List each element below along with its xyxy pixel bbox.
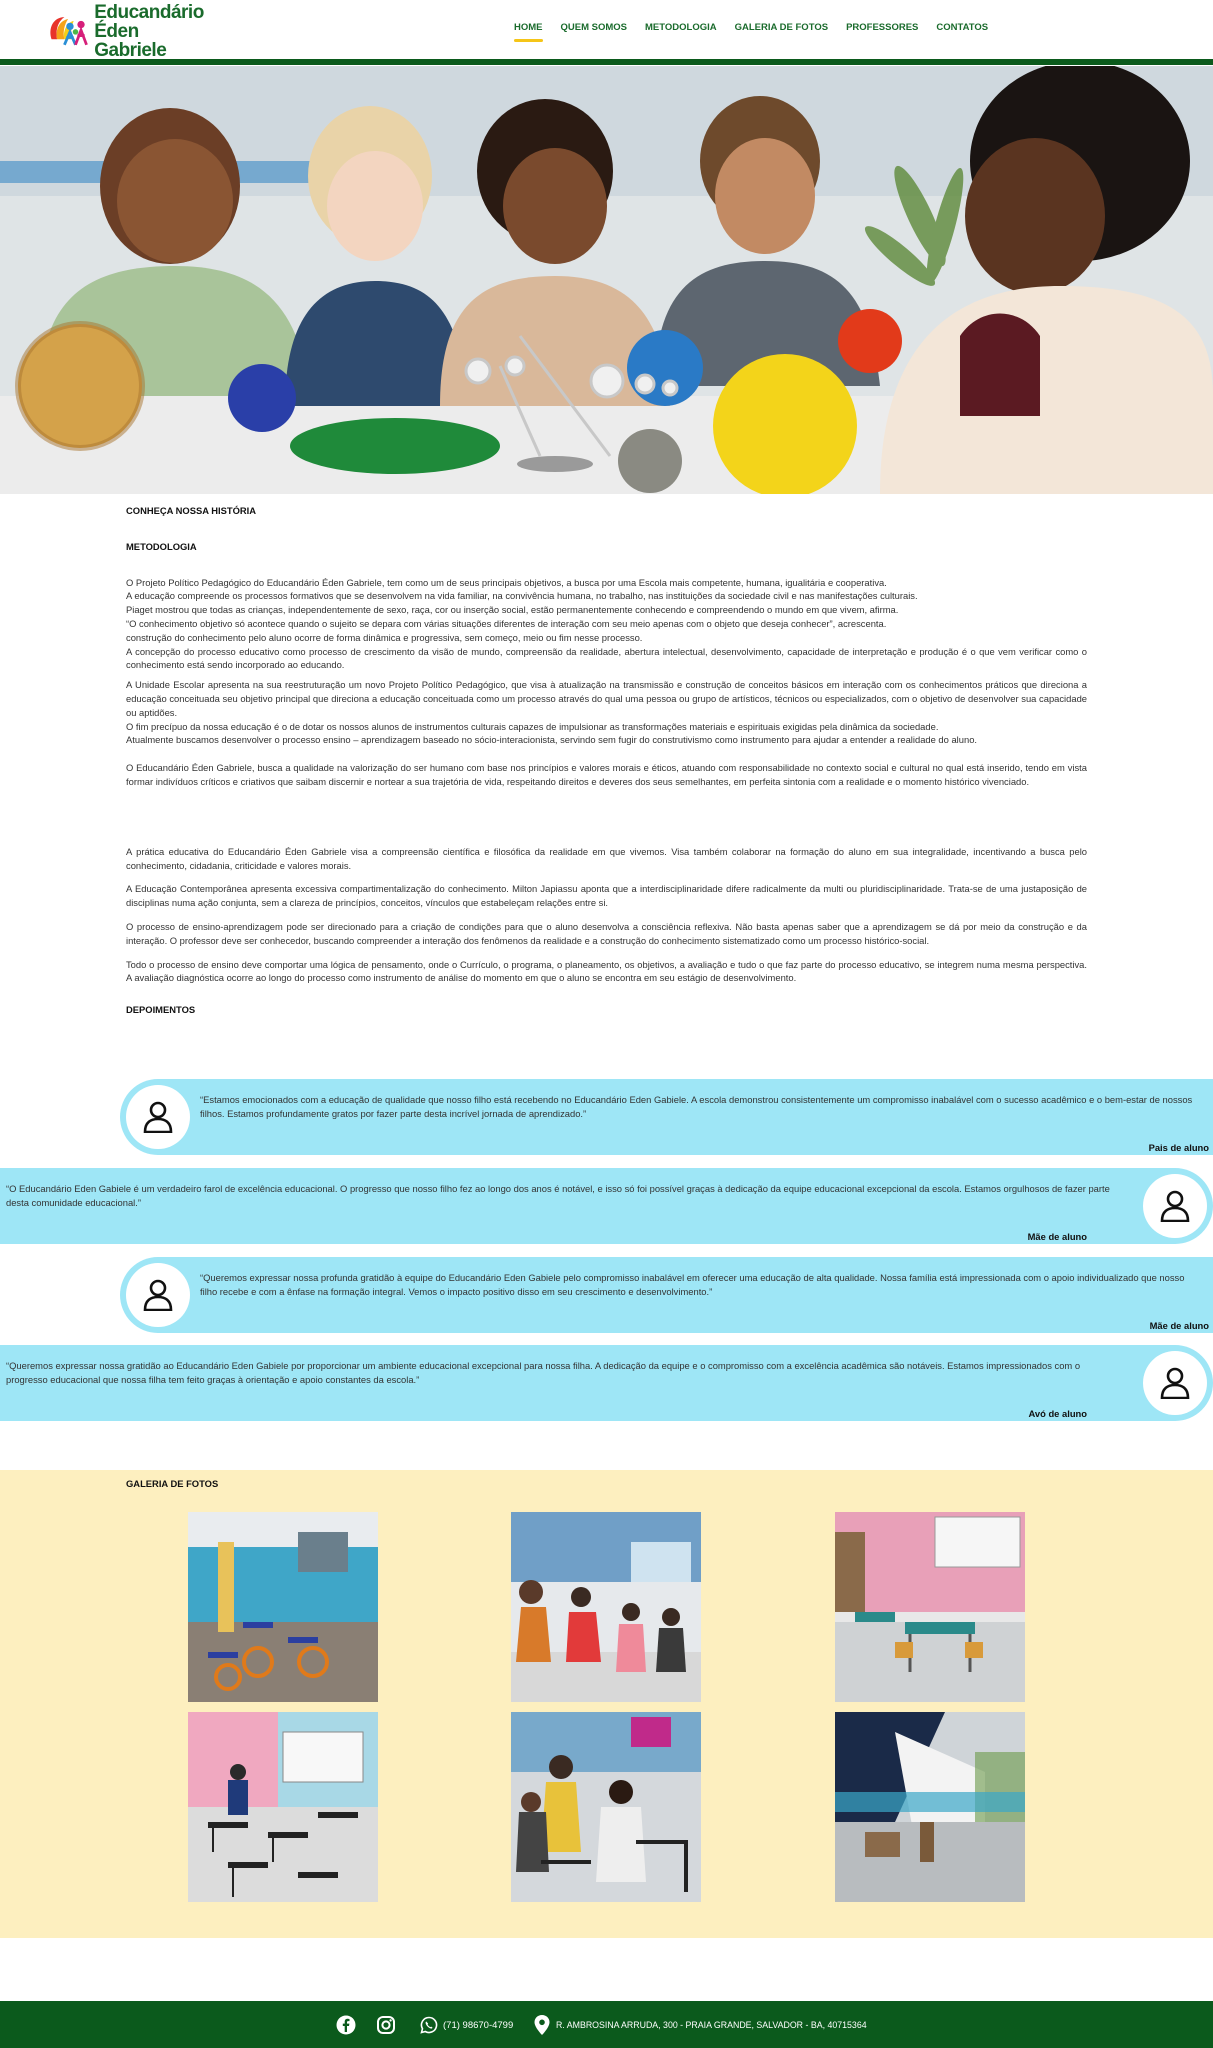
- methodology-paragraph-6: O processo de ensino-aprendizagem pode s…: [126, 920, 1087, 946]
- phone-number: (71) 98670-4799: [443, 2019, 514, 2031]
- methodology-paragraph-4: A prática educativa do Educandário Éden …: [126, 845, 1087, 871]
- avatar: [126, 1085, 190, 1149]
- gallery-photo[interactable]: [835, 1712, 1025, 1902]
- testimonial-quote: “O Educandário Eden Gabiele é um verdade…: [6, 1183, 1110, 1208]
- nav-contatos[interactable]: CONTATOS: [927, 22, 997, 33]
- testimonial-quote: “Queremos expressar nossa gratidão ao Ed…: [6, 1360, 1081, 1385]
- methodology-paragraph-7: Todo o processo de ensino deve comportar…: [126, 958, 1087, 984]
- testimonial-author: Mãe de aluno: [1149, 1320, 1209, 1331]
- logo[interactable]: Educandário Éden Gabriele: [46, 3, 206, 60]
- gallery-photo[interactable]: [835, 1512, 1025, 1702]
- methodology-title: METODOLOGIA: [126, 540, 197, 552]
- address-text: R. AMBROSINA ARRUDA, 300 - PRAIA GRANDE,…: [556, 2020, 867, 2030]
- hero-illustration: [0, 66, 1213, 494]
- whatsapp-contact[interactable]: (71) 98670-4799: [420, 2013, 513, 2037]
- nav-galeria-de-fotos[interactable]: GALERIA DE FOTOS: [726, 22, 837, 33]
- testimonial-author: Mãe de aluno: [1027, 1231, 1087, 1242]
- location-pin-icon: [534, 2015, 550, 2035]
- nav-home[interactable]: HOME: [505, 22, 552, 42]
- methodology-paragraph-1: O Projeto Político Pedagógico do Educand…: [126, 576, 1087, 671]
- nav-metodologia[interactable]: METODOLOGIA: [636, 22, 726, 33]
- gallery-title: GALERIA DE FOTOS: [126, 1478, 219, 1489]
- testimonial-quote: “Estamos emocionados com a educação de q…: [200, 1094, 1193, 1119]
- testimonial-author: Avó de aluno: [1028, 1408, 1087, 1419]
- testimonial-quote: “Queremos expressar nossa profunda grati…: [200, 1272, 1185, 1297]
- testimonial-card: “Estamos emocionados com a educação de q…: [120, 1079, 1213, 1155]
- user-icon: [1160, 1367, 1190, 1399]
- gallery-photo[interactable]: [511, 1512, 701, 1702]
- header-divider: [0, 59, 1213, 65]
- site-footer: (71) 98670-4799 R. AMBROSINA ARRUDA, 300…: [0, 2001, 1213, 2048]
- facebook-icon: [336, 2015, 356, 2035]
- logo-icon: [50, 17, 88, 46]
- photo-gallery: GALERIA DE FOTOS: [0, 1470, 1213, 1938]
- facebook-link[interactable]: [336, 2013, 356, 2037]
- instagram-icon: [377, 2016, 395, 2034]
- testimonial-card: “Queremos expressar nossa profunda grati…: [120, 1257, 1213, 1333]
- logo-line-2: Éden Gabriele: [94, 20, 167, 61]
- main-content: CONHEÇA NOSSA HISTÓRIA METODOLOGIA O Pro…: [126, 504, 1087, 1017]
- main-nav: HOME QUEM SOMOS METODOLOGIA GALERIA DE F…: [505, 22, 997, 42]
- avatar: [1143, 1351, 1207, 1415]
- gallery-photo[interactable]: [188, 1712, 378, 1902]
- nav-professores[interactable]: PROFESSORES: [837, 22, 927, 33]
- methodology-paragraph-2: A Unidade Escolar apresenta na sua reest…: [126, 679, 1087, 746]
- user-icon: [143, 1101, 173, 1133]
- methodology-paragraph-5: A Educação Contemporânea apresenta exces…: [126, 883, 1087, 909]
- methodology-paragraph-3: O Educandário Éden Gabriele, busca a qua…: [126, 762, 1087, 787]
- instagram-link[interactable]: [376, 2013, 396, 2037]
- whatsapp-icon: [420, 2016, 438, 2034]
- avatar: [1143, 1174, 1207, 1238]
- nav-quem-somos[interactable]: QUEM SOMOS: [552, 22, 637, 33]
- avatar: [126, 1263, 190, 1327]
- testimonial-author: Pais de aluno: [1148, 1142, 1209, 1153]
- testimonials-title: DEPOIMENTOS: [126, 1004, 196, 1016]
- history-title: CONHEÇA NOSSA HISTÓRIA: [126, 505, 257, 516]
- user-icon: [1160, 1190, 1190, 1222]
- address: R. AMBROSINA ARRUDA, 300 - PRAIA GRANDE,…: [534, 2013, 867, 2037]
- site-header: Educandário Éden Gabriele HOME QUEM SOMO…: [0, 0, 1213, 65]
- gallery-photo[interactable]: [188, 1512, 378, 1702]
- user-icon: [143, 1279, 173, 1311]
- gallery-photo[interactable]: [511, 1712, 701, 1902]
- logo-line-1: Educandário: [94, 1, 204, 23]
- hero-image: [0, 66, 1213, 494]
